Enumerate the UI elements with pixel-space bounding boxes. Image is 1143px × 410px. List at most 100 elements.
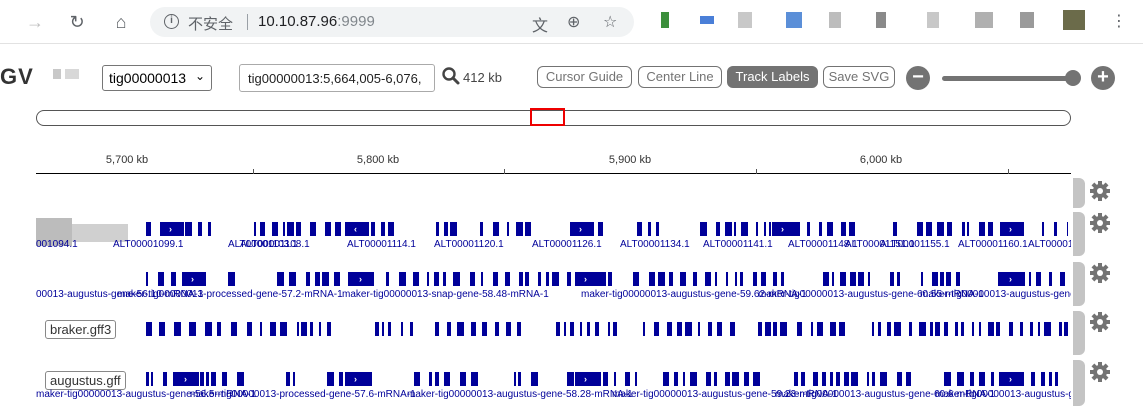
gene-feature[interactable] [708, 322, 712, 336]
gene-feature[interactable] [481, 272, 483, 286]
gene-feature[interactable] [434, 272, 439, 286]
gene-feature[interactable]: › [575, 372, 599, 386]
gene-feature[interactable] [1067, 222, 1068, 236]
extension-icon[interactable] [700, 16, 714, 24]
gene-feature[interactable] [648, 222, 651, 236]
gene-feature[interactable] [698, 322, 700, 336]
gene-feature[interactable] [917, 222, 923, 236]
gene-feature[interactable] [1029, 272, 1031, 286]
gene-feature[interactable] [471, 372, 478, 386]
gene-feature[interactable] [280, 322, 287, 336]
gene-feature[interactable] [564, 322, 566, 336]
gene-feature[interactable] [296, 222, 301, 236]
info-icon[interactable]: i [164, 14, 179, 29]
gene-feature[interactable] [781, 272, 784, 286]
gene-feature[interactable] [208, 222, 211, 236]
gene-feature[interactable] [839, 322, 845, 336]
gene-feature[interactable] [850, 272, 856, 286]
gene-feature[interactable] [921, 272, 923, 286]
gene-feature[interactable] [1009, 322, 1013, 336]
gear-icon[interactable] [1089, 262, 1111, 284]
gene-feature[interactable] [635, 372, 637, 386]
gene-feature[interactable] [185, 222, 192, 236]
gene-feature[interactable] [680, 272, 686, 286]
zoom-slider-thumb[interactable] [1065, 70, 1081, 86]
gene-feature[interactable] [667, 322, 672, 336]
gene-feature[interactable] [897, 272, 900, 286]
gene-feature[interactable] [1041, 372, 1045, 386]
gene-feature[interactable] [830, 372, 833, 386]
gene-feature[interactable] [289, 272, 296, 286]
gene-feature[interactable] [505, 272, 510, 286]
gene-feature[interactable] [608, 272, 612, 286]
gene-feature[interactable] [740, 272, 743, 286]
gene-feature[interactable] [260, 222, 265, 236]
gene-feature[interactable] [725, 372, 730, 386]
gene-feature[interactable] [146, 272, 148, 286]
gene-feature[interactable] [297, 322, 299, 336]
gene-feature[interactable] [327, 372, 334, 386]
gene-feature[interactable] [327, 322, 331, 336]
gene-feature[interactable] [944, 372, 951, 386]
gene-feature[interactable] [956, 272, 960, 286]
gene-feature[interactable] [603, 372, 608, 386]
gene-feature[interactable] [427, 272, 429, 286]
gene-feature[interactable] [471, 322, 476, 336]
gene-feature[interactable] [979, 372, 985, 386]
gene-feature[interactable] [514, 372, 516, 386]
gene-feature[interactable] [758, 322, 762, 336]
gene-feature[interactable] [287, 222, 294, 236]
gene-feature[interactable] [725, 222, 732, 236]
gene-feature[interactable] [919, 322, 926, 336]
zoom-icon[interactable]: ⊕ [567, 12, 580, 32]
gear-icon[interactable] [1089, 180, 1111, 202]
gene-feature[interactable]: › [1000, 222, 1024, 236]
gene-feature[interactable] [970, 372, 974, 386]
gene-feature[interactable] [677, 322, 682, 336]
gene-feature[interactable] [552, 272, 559, 286]
gene-feature[interactable] [567, 372, 574, 386]
gene-feature[interactable] [663, 372, 669, 386]
gene-feature[interactable] [794, 372, 798, 386]
gene-feature[interactable] [773, 272, 777, 286]
gene-feature[interactable] [972, 322, 974, 336]
gene-feature[interactable] [844, 372, 849, 386]
gene-feature[interactable] [151, 372, 153, 386]
gene-feature[interactable] [761, 272, 766, 286]
gene-feature[interactable] [1055, 372, 1058, 386]
gene-feature[interactable] [819, 222, 822, 236]
locus-search-input[interactable]: tig00000013:5,664,005-6,076, [239, 64, 435, 92]
gene-feature[interactable] [979, 222, 985, 236]
url-text[interactable]: 10.10.87.96:9999 [258, 13, 375, 30]
gene-feature[interactable] [381, 222, 385, 236]
track-drag-handle[interactable] [1073, 311, 1085, 355]
gene-feature[interactable] [840, 272, 846, 286]
track-drag-handle[interactable] [1073, 262, 1085, 306]
gene-feature[interactable] [146, 322, 152, 336]
translate-icon[interactable]: 文 [532, 12, 548, 36]
gene-feature[interactable] [851, 372, 858, 386]
search-icon[interactable] [441, 66, 461, 86]
gene-feature[interactable] [334, 272, 340, 286]
gene-feature[interactable] [447, 322, 451, 336]
gene-feature[interactable] [159, 322, 165, 336]
gene-feature[interactable] [254, 222, 256, 236]
track-drag-handle[interactable] [1073, 212, 1085, 256]
gene-feature[interactable] [858, 272, 864, 286]
gene-feature[interactable] [880, 372, 887, 386]
gene-feature[interactable] [817, 322, 823, 336]
gene-feature[interactable] [730, 322, 735, 336]
gene-feature[interactable]: › [345, 372, 369, 386]
gene-feature[interactable] [435, 322, 439, 336]
gene-feature[interactable] [189, 322, 196, 336]
gene-feature[interactable] [714, 372, 717, 386]
gene-feature[interactable] [519, 272, 523, 286]
gene-feature[interactable] [890, 272, 894, 286]
gene-feature[interactable] [897, 372, 902, 386]
gene-feature[interactable] [946, 272, 951, 286]
gene-feature[interactable] [822, 372, 826, 386]
gene-feature[interactable] [325, 222, 331, 236]
gene-feature[interactable] [947, 222, 952, 236]
gene-feature[interactable] [493, 272, 498, 286]
bookmark-star-icon[interactable]: ☆ [603, 12, 617, 32]
